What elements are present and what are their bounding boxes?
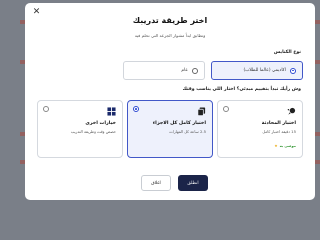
card-conversation-test[interactable]: اختبار المحادثة 15 دقيقة اختبار كامل موص… [217,100,303,158]
card-desc: 2.5 ساعة كل المهارات [169,129,206,134]
radio-general[interactable]: عام [123,61,205,80]
card-radio [133,106,139,112]
dialog-title: اختر طريقة تدريبك [132,16,208,25]
radio-academic-label: اكاديمي (عالما للطلاب) [243,68,286,73]
chat-icon [287,107,296,115]
card-desc: خصص وقت وطريقة التدريب [70,129,116,134]
dialog-subtitle: وتطابق ابدأ مشوار الجرعة التي تحلم فيه [134,33,206,38]
recommended-badge: موصى به ★ [274,144,296,148]
radio-indicator [192,67,198,74]
card-title: خيارات اخرى [85,121,116,126]
test-type-label: نوع الكنايس [273,50,301,55]
start-button[interactable]: انطلق [178,175,208,191]
star-icon: ★ [274,144,278,148]
grid-icon [107,107,116,116]
radio-general-label: عام [181,68,188,73]
close-button[interactable]: اغلاق [141,175,171,191]
training-method-dialog: ✕ اختر طريقة تدريبك وتطابق ابدأ مشوار ال… [25,3,315,200]
card-radio [223,106,229,112]
radio-academic[interactable]: اكاديمي (عالما للطلاب) [211,61,303,80]
copy-icon [197,107,206,116]
radio-indicator [290,67,296,74]
card-other-options[interactable]: خيارات اخرى خصص وقت وطريقة التدريب [37,100,123,158]
card-title: اختبار المحادثة [261,121,296,126]
card-title: اختبار كامل كل الاجزاء [152,121,206,126]
card-radio [43,106,49,112]
recommended-badge-label: موصى به [279,144,296,148]
card-desc: 15 دقيقة اختبار كامل [262,129,296,134]
method-label: وش رأيك تبدأ بتقييم مبدئي؟ اختار اللي ين… [182,87,301,92]
card-full-test[interactable]: اختبار كامل كل الاجزاء 2.5 ساعة كل المها… [127,100,213,158]
